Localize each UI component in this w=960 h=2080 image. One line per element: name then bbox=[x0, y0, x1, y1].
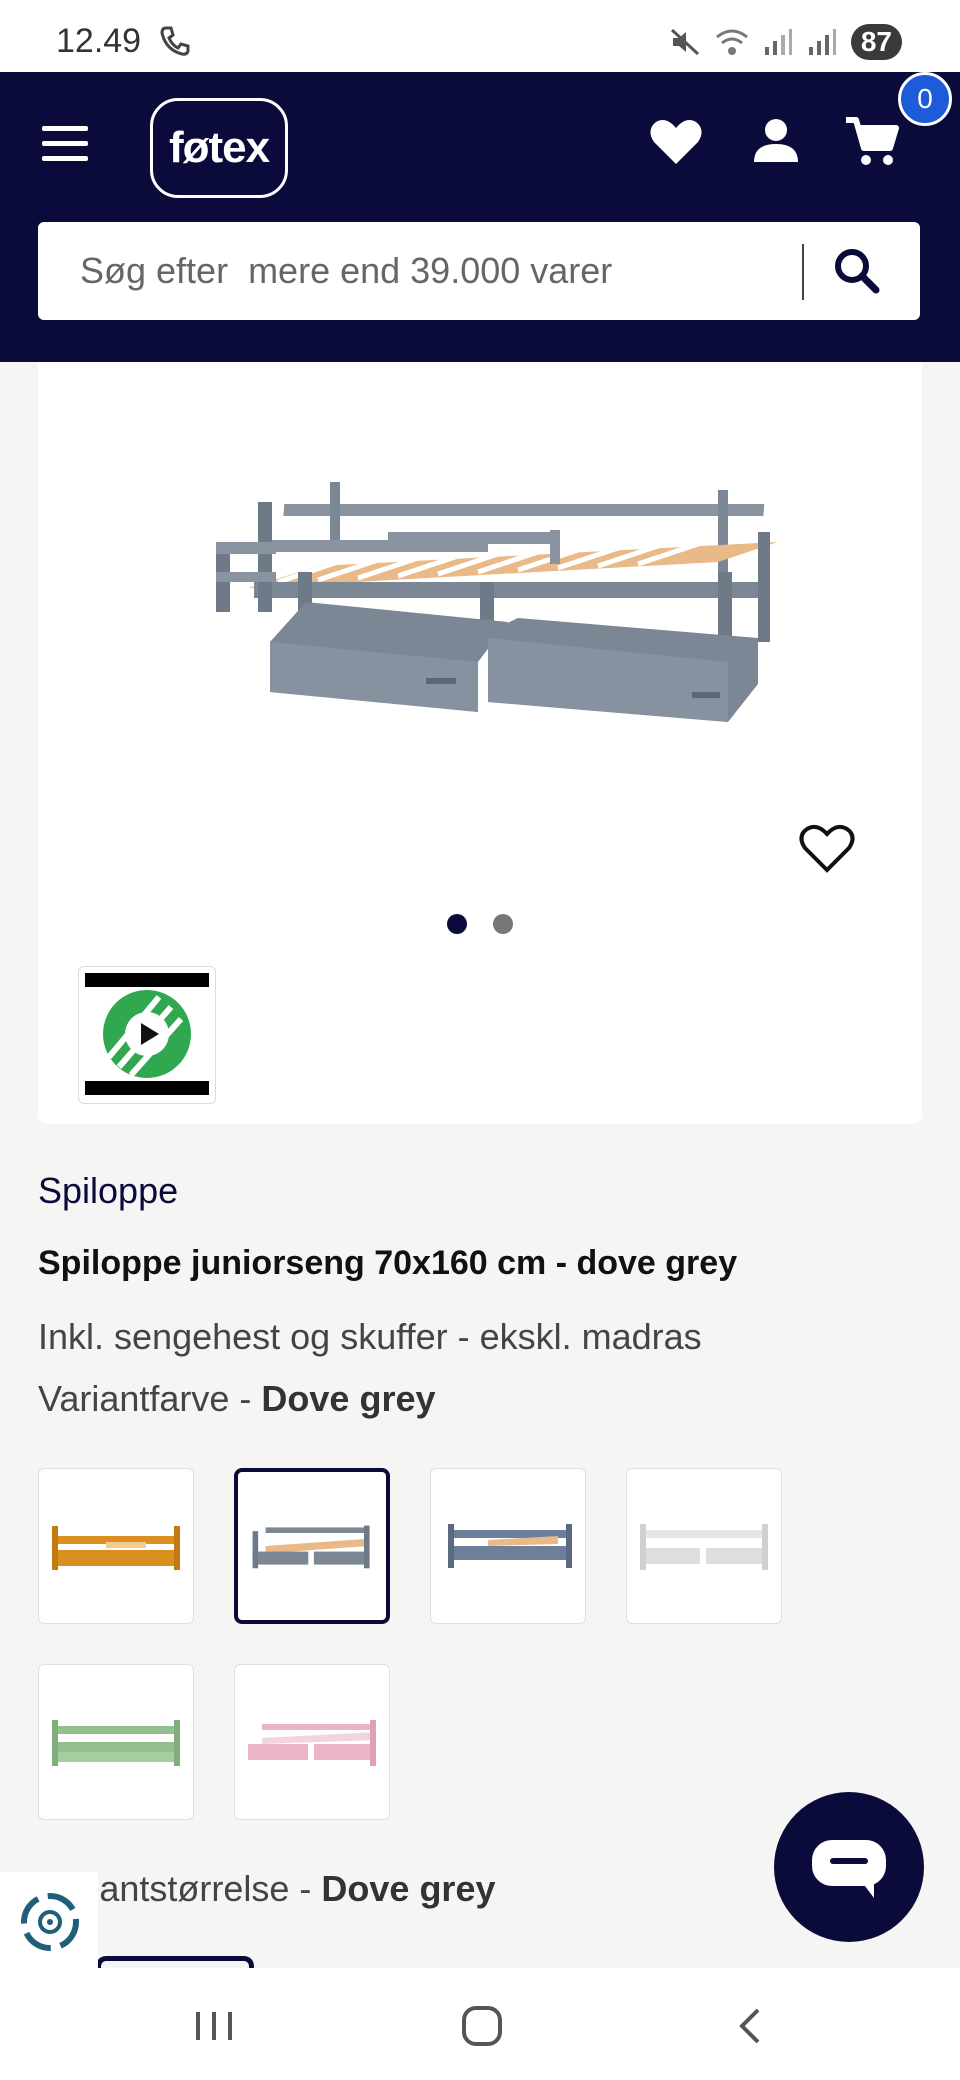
search-input[interactable] bbox=[38, 222, 798, 320]
wifi-icon bbox=[715, 29, 748, 55]
nordic-swan-video-image bbox=[85, 973, 209, 1095]
chat-icon bbox=[812, 1840, 886, 1898]
search-icon[interactable] bbox=[828, 244, 888, 300]
gallery-pagination bbox=[38, 914, 922, 934]
swatch-honey[interactable] bbox=[38, 1468, 194, 1624]
product-image bbox=[216, 482, 778, 722]
recycle-widget[interactable] bbox=[0, 1872, 98, 1970]
pagination-dot-1[interactable] bbox=[447, 914, 467, 934]
swatch-bed-image bbox=[252, 1525, 370, 1569]
swatch-bed-image bbox=[248, 1720, 376, 1766]
recycle-icon bbox=[21, 1893, 79, 1951]
swatch-white[interactable] bbox=[626, 1468, 782, 1624]
variant-color-value: Dove grey bbox=[261, 1378, 436, 1419]
chat-button[interactable] bbox=[774, 1792, 924, 1942]
mute-icon bbox=[670, 28, 699, 56]
site-logo[interactable]: føtex bbox=[150, 98, 288, 198]
signal-icon bbox=[764, 29, 792, 55]
system-nav-bar bbox=[0, 1968, 960, 2080]
swatch-pink[interactable] bbox=[234, 1664, 390, 1820]
pagination-dot-2[interactable] bbox=[493, 914, 513, 934]
signal-icon-2 bbox=[808, 29, 836, 55]
swatch-bed-image bbox=[640, 1524, 768, 1570]
status-time: 12.49 bbox=[56, 22, 142, 60]
favorite-heart-icon[interactable] bbox=[798, 822, 856, 874]
video-thumbnail[interactable] bbox=[78, 966, 216, 1104]
cart-count-badge: 0 bbox=[898, 72, 952, 126]
product-subtitle: Inkl. sengehest og skuffer - ekskl. madr… bbox=[38, 1316, 702, 1357]
variant-color-line: Variantfarve - Dove grey bbox=[38, 1378, 436, 1419]
swatch-green[interactable] bbox=[38, 1664, 194, 1820]
battery-indicator: 87 bbox=[850, 24, 902, 60]
variant-size-line: Variantstørrelse - Dove grey bbox=[38, 1868, 496, 1909]
menu-icon bbox=[42, 126, 88, 131]
cart-icon[interactable] bbox=[844, 114, 900, 170]
swatch-blue-grey[interactable] bbox=[430, 1468, 586, 1624]
search-divider bbox=[802, 244, 804, 300]
home-icon[interactable] bbox=[452, 1996, 512, 2056]
product-title: Spiloppe juniorseng 70x160 cm - dove gre… bbox=[38, 1244, 738, 1282]
product-brand[interactable]: Spiloppe bbox=[38, 1170, 178, 1212]
recent-apps-icon[interactable] bbox=[184, 1996, 244, 2056]
status-bar: 12.49 87 bbox=[0, 0, 960, 72]
heart-icon[interactable] bbox=[648, 114, 704, 170]
variant-size-value: Dove grey bbox=[321, 1868, 496, 1909]
swatch-dove-grey[interactable] bbox=[234, 1468, 390, 1624]
user-icon[interactable] bbox=[748, 114, 804, 170]
swatch-bed-image bbox=[52, 1526, 180, 1570]
back-icon[interactable] bbox=[720, 1996, 780, 2056]
search-bar bbox=[38, 222, 920, 320]
menu-button[interactable] bbox=[42, 126, 88, 166]
product-gallery[interactable] bbox=[38, 362, 922, 1124]
swatch-bed-image bbox=[448, 1524, 572, 1568]
swatch-bed-image bbox=[52, 1720, 180, 1766]
wifi-call-icon bbox=[160, 26, 190, 56]
status-icons: 87 bbox=[669, 24, 902, 60]
site-header: føtex 0 bbox=[0, 72, 960, 362]
